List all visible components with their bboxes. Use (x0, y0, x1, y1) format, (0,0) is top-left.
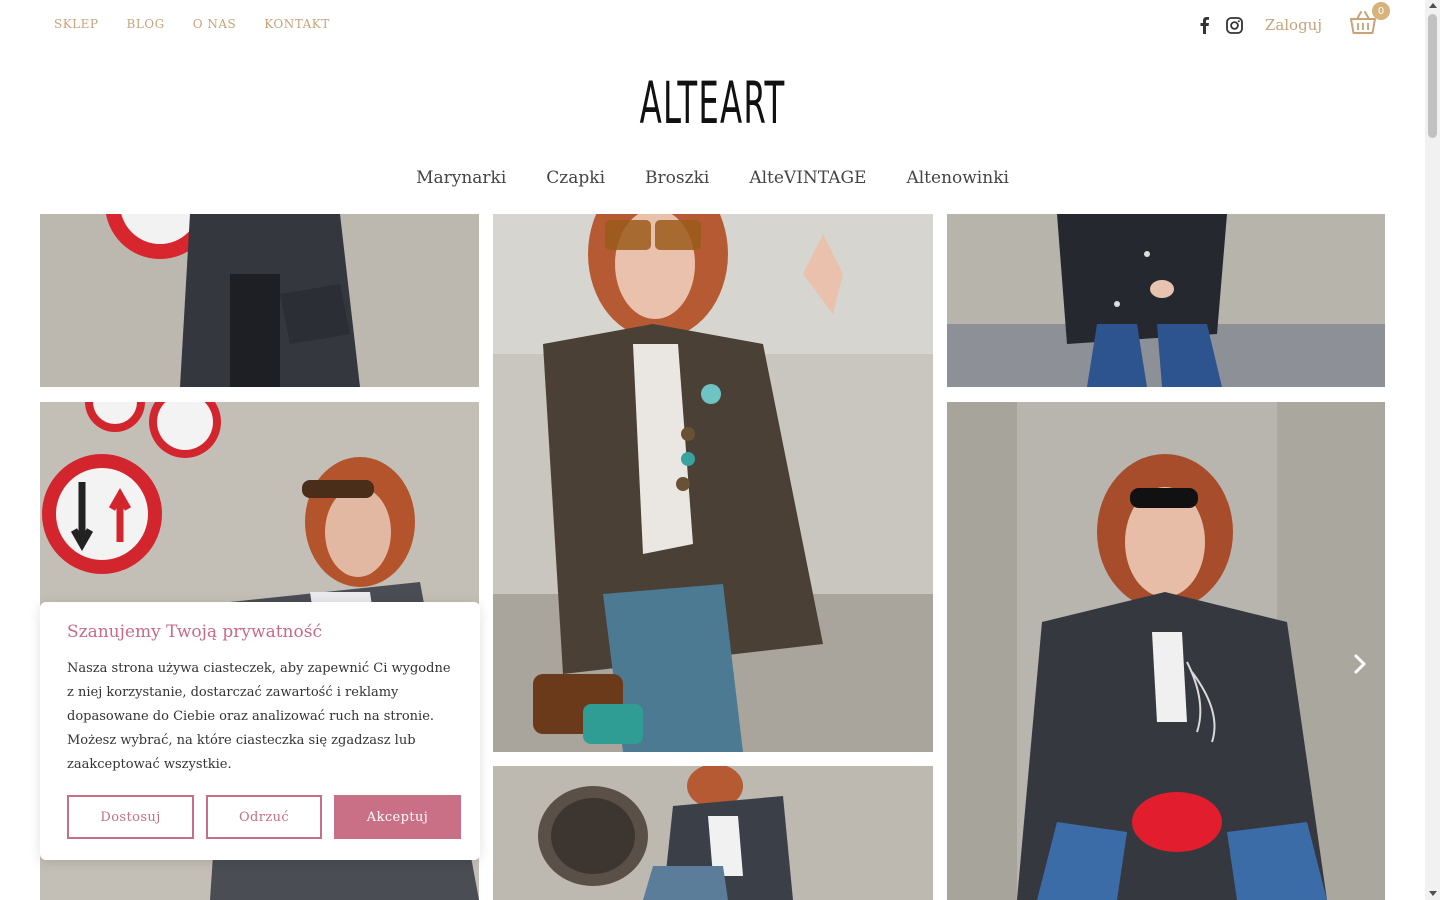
cookie-description: Nasza strona używa ciasteczek, aby zapew… (67, 661, 451, 772)
cookie-consent-dialog: Szanujemy Twoją prywatność Nasza strona … (40, 602, 480, 860)
scroll-up-icon[interactable] (1429, 3, 1437, 8)
facebook-icon[interactable] (1195, 15, 1215, 35)
customize-cookies-button[interactable]: Dostosuj (67, 795, 194, 839)
scroll-down-icon[interactable] (1429, 891, 1437, 896)
gallery-photo[interactable] (947, 402, 1385, 900)
chevron-right-icon (1350, 654, 1370, 678)
gallery-photo[interactable] (40, 214, 479, 387)
main-nav-hats[interactable]: Czapki (546, 168, 605, 188)
instagram-icon[interactable] (1225, 15, 1245, 35)
cookie-actions: Dostosuj Odrzuć Akceptuj (67, 795, 461, 839)
scrollbar-thumb[interactable] (1428, 14, 1437, 138)
main-nav: Marynarki Czapki Broszki AlteVINTAGE Alt… (0, 168, 1425, 188)
top-nav-shop[interactable]: SKLEP (54, 17, 99, 31)
top-nav: SKLEP BLOG O NAS KONTAKT (54, 17, 330, 31)
top-nav-about[interactable]: O NAS (193, 17, 237, 31)
top-nav-blog[interactable]: BLOG (127, 17, 165, 31)
reject-cookies-button[interactable]: Odrzuć (206, 795, 322, 839)
top-nav-contact[interactable]: KONTAKT (264, 17, 329, 31)
main-nav-blazers[interactable]: Marynarki (416, 168, 506, 188)
top-right-controls: Zaloguj 0 (1195, 2, 1390, 40)
login-link[interactable]: Zaloguj (1265, 16, 1322, 34)
gallery-photo[interactable] (493, 214, 933, 752)
gallery-photo[interactable] (947, 214, 1385, 387)
cookie-title: Szanujemy Twoją prywatność (67, 622, 322, 642)
cart-count-badge: 0 (1372, 2, 1390, 20)
social-links (1195, 15, 1245, 35)
logo-text: ALTEART (639, 69, 786, 137)
top-bar: SKLEP BLOG O NAS KONTAKT Zaloguj 0 (0, 0, 1425, 50)
basket-icon (1350, 11, 1376, 39)
gallery-photo[interactable] (493, 766, 933, 900)
main-nav-new[interactable]: Altenowinki (906, 168, 1008, 188)
accept-cookies-button[interactable]: Akceptuj (334, 795, 461, 839)
slider-next-button[interactable] (1350, 654, 1370, 674)
site-logo[interactable]: ALTEART (0, 68, 1425, 138)
cart-button[interactable]: 0 (1350, 2, 1390, 39)
main-nav-vintage[interactable]: AlteVINTAGE (749, 168, 866, 188)
page-scrollbar[interactable] (1425, 0, 1440, 900)
main-nav-brooches[interactable]: Broszki (645, 168, 709, 188)
